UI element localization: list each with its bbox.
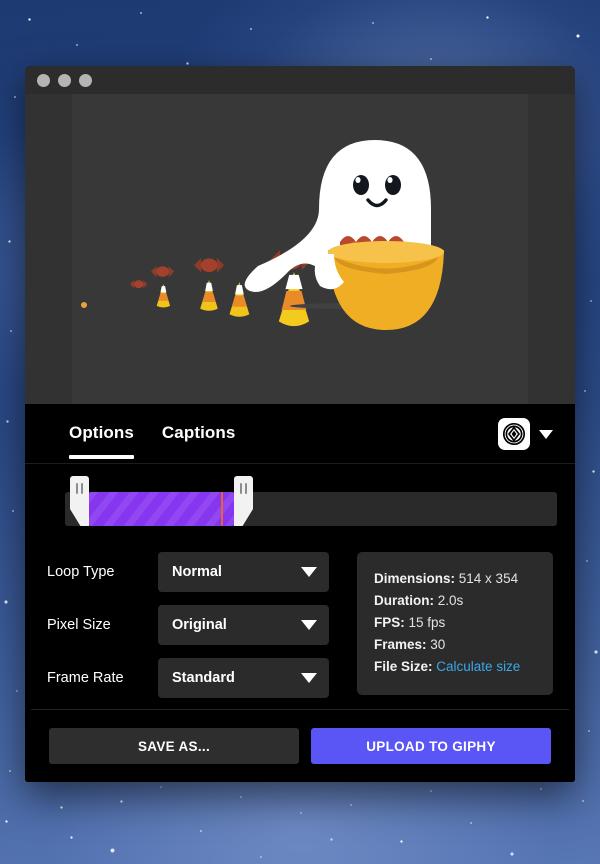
tab-captions[interactable]: Captions — [162, 423, 236, 445]
info-duration: Duration: 2.0s — [374, 590, 537, 612]
save-as-button[interactable]: SAVE AS... — [49, 728, 299, 764]
pixel-size-label: Pixel Size — [47, 617, 111, 633]
frame-rate-select[interactable]: Standard — [158, 658, 329, 698]
info-frames: Frames: 30 — [374, 634, 537, 656]
ghost-candy-illustration — [72, 94, 528, 404]
info-fps-key: FPS: — [374, 615, 405, 630]
frame-rate-label: Frame Rate — [47, 670, 124, 686]
info-filesize: File Size: Calculate size — [374, 656, 537, 678]
timeline-track[interactable] — [65, 476, 557, 526]
info-filesize-key: File Size: — [374, 659, 433, 674]
letterbox-right — [528, 94, 575, 404]
chevron-down-icon — [301, 567, 317, 577]
loop-type-select[interactable]: Normal — [158, 552, 329, 592]
letterbox-left — [25, 94, 72, 404]
timeline-handle-end[interactable] — [234, 476, 253, 526]
info-duration-key: Duration: — [374, 593, 434, 608]
timeline-playhead[interactable] — [221, 492, 223, 526]
upload-to-giphy-button[interactable]: UPLOAD TO GIPHY — [311, 728, 551, 764]
window-titlebar[interactable] — [25, 66, 575, 94]
info-fps: FPS: 15 fps — [374, 612, 537, 634]
options-list: Loop Type Normal Pixel Size Original Fra… — [47, 548, 329, 709]
frame-rate-value: Standard — [172, 670, 235, 686]
timeline-section — [25, 464, 575, 542]
info-frames-key: Frames: — [374, 637, 427, 652]
tab-options[interactable]: Options — [69, 423, 134, 459]
info-duration-value: 2.0s — [437, 593, 464, 608]
grip-line — [81, 483, 83, 494]
gravity-control — [498, 418, 553, 450]
chevron-down-icon[interactable] — [539, 429, 553, 439]
info-dimensions-value: 514 x 354 — [458, 571, 519, 586]
loop-type-value: Normal — [172, 564, 222, 580]
chevron-down-icon — [301, 620, 317, 630]
gravity-target-icon[interactable] — [498, 418, 530, 450]
gif-editor-window: Options Captions Loop Type Normal Pixel … — [25, 66, 575, 782]
option-row-frame-rate: Frame Rate Standard — [47, 658, 329, 698]
info-dimensions-key: Dimensions: — [374, 571, 456, 586]
calculate-size-link[interactable]: Calculate size — [436, 659, 520, 674]
pixel-size-select[interactable]: Original — [158, 605, 329, 645]
grip-line — [76, 483, 78, 494]
options-panel: Loop Type Normal Pixel Size Original Fra… — [25, 542, 575, 709]
desktop-wallpaper: Options Captions Loop Type Normal Pixel … — [0, 0, 600, 864]
info-dimensions: Dimensions: 514 x 354 — [374, 568, 537, 590]
grip-line — [240, 483, 242, 494]
footer-actions: SAVE AS... UPLOAD TO GIPHY — [25, 710, 575, 782]
option-row-pixel-size: Pixel Size Original — [47, 605, 329, 645]
timeline-handle-start[interactable] — [70, 476, 89, 526]
chevron-down-icon — [301, 673, 317, 683]
pixel-size-value: Original — [172, 617, 227, 633]
loop-type-label: Loop Type — [47, 564, 115, 580]
gif-preview-area[interactable] — [25, 94, 575, 404]
timeline-selection[interactable] — [89, 492, 234, 526]
close-button[interactable] — [37, 73, 50, 87]
tabs-bar: Options Captions — [25, 404, 575, 464]
minimize-button[interactable] — [58, 73, 71, 87]
info-fps-value: 15 fps — [408, 615, 446, 630]
zoom-button[interactable] — [79, 73, 92, 87]
info-frames-value: 30 — [430, 637, 446, 652]
gif-stage — [72, 94, 528, 404]
grip-line — [245, 483, 247, 494]
option-row-loop-type: Loop Type Normal — [47, 552, 329, 592]
gif-info-panel: Dimensions: 514 x 354 Duration: 2.0s FPS… — [357, 552, 553, 695]
